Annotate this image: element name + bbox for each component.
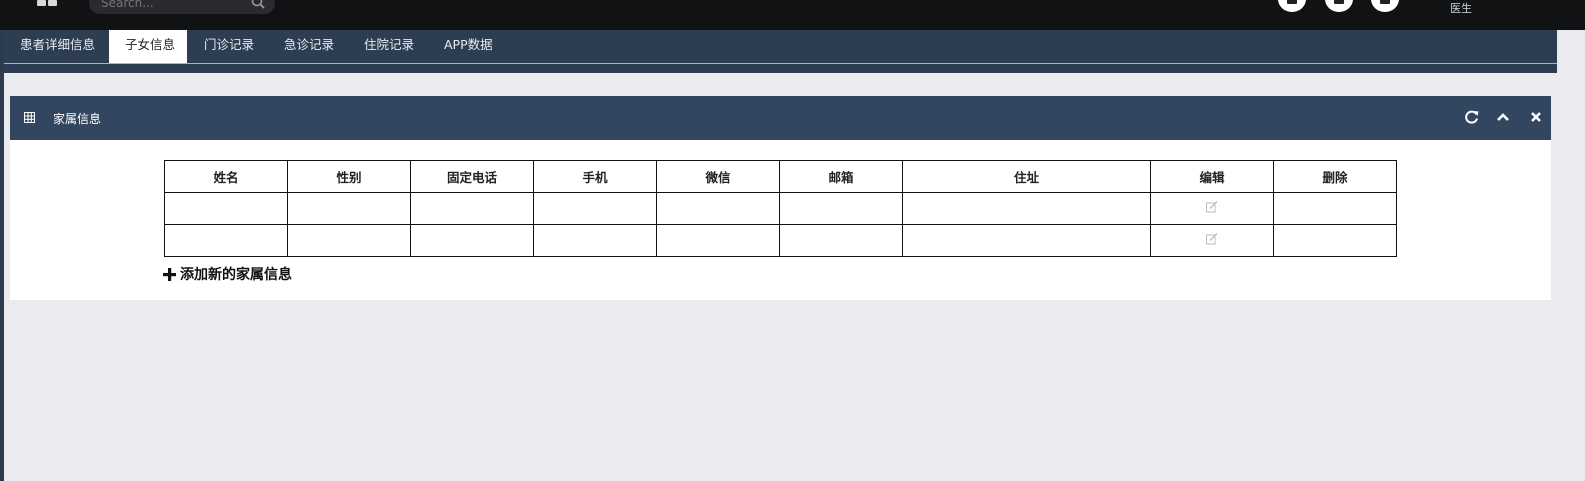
tab-patient-details[interactable]: 患者详细信息 <box>20 30 112 63</box>
tab-bar: 患者详细信息 子女信息 门诊记录 急诊记录 住院记录 APP数据 <box>4 30 1557 63</box>
search-icon[interactable] <box>251 0 265 9</box>
cell-gender <box>287 224 411 257</box>
cell-delete[interactable] <box>1273 192 1397 225</box>
edit-icon[interactable] <box>1206 200 1218 213</box>
tab-app-data[interactable]: APP数据 <box>444 30 514 63</box>
cell-address <box>902 192 1151 225</box>
cell-gender <box>287 192 411 225</box>
tab-label: APP数据 <box>444 37 493 52</box>
column-header-name: 姓名 <box>164 160 288 193</box>
app-icon-2[interactable] <box>1325 0 1353 12</box>
column-header-edit: 编辑 <box>1150 160 1274 193</box>
column-header-landline: 固定电话 <box>410 160 534 193</box>
column-header-email: 邮箱 <box>779 160 903 193</box>
collapse-icon[interactable] <box>1493 107 1513 127</box>
close-icon[interactable] <box>1526 107 1546 127</box>
table-row <box>164 224 1397 257</box>
cell-wechat <box>656 224 780 257</box>
refresh-icon[interactable] <box>1462 107 1482 127</box>
tab-label: 急诊记录 <box>284 37 335 52</box>
plus-icon <box>163 268 176 281</box>
user-role[interactable]: 医生 <box>1450 0 1472 16</box>
search-box[interactable] <box>89 0 275 14</box>
cell-mobile <box>533 224 657 257</box>
cell-wechat <box>656 192 780 225</box>
cell-edit <box>1150 192 1274 225</box>
table-header-row: 姓名 性别 固定电话 手机 微信 邮箱 住址 编辑 删除 <box>164 160 1397 193</box>
cell-edit <box>1150 224 1274 257</box>
tab-label: 门诊记录 <box>204 37 255 52</box>
table-icon <box>24 112 35 123</box>
search-input[interactable] <box>99 0 243 12</box>
column-header-delete: 删除 <box>1273 160 1397 193</box>
tab-label: 子女信息 <box>125 37 176 52</box>
panel-header: 家属信息 <box>10 96 1551 140</box>
cell-mobile <box>533 192 657 225</box>
cell-email <box>779 192 903 225</box>
top-bar: 医生 <box>0 0 1585 30</box>
tab-label: 住院记录 <box>364 37 415 52</box>
tab-children-info[interactable]: 子女信息 <box>109 30 187 63</box>
app-icon-1[interactable] <box>1278 0 1306 12</box>
cell-name <box>164 224 288 257</box>
column-header-address: 住址 <box>902 160 1151 193</box>
table-row <box>164 192 1397 225</box>
family-info-panel: 家属信息 姓名 性别 固定电话 手机 微信 邮箱 住址 编辑 删除 添加新的家属… <box>10 96 1551 300</box>
edit-icon[interactable] <box>1206 232 1218 245</box>
column-header-mobile: 手机 <box>533 160 657 193</box>
add-family-info-link[interactable]: 添加新的家属信息 <box>163 264 292 284</box>
tab-bar-bottom <box>4 64 1557 73</box>
column-header-wechat: 微信 <box>656 160 780 193</box>
app-icon-3[interactable] <box>1371 0 1399 12</box>
cell-delete[interactable] <box>1273 224 1397 257</box>
tab-emergency-records[interactable]: 急诊记录 <box>284 30 354 63</box>
cell-name <box>164 192 288 225</box>
tab-label: 患者详细信息 <box>20 37 96 52</box>
cell-landline <box>410 224 534 257</box>
cell-landline <box>410 192 534 225</box>
cell-email <box>779 224 903 257</box>
column-header-gender: 性别 <box>287 160 411 193</box>
tab-inpatient-records[interactable]: 住院记录 <box>364 30 434 63</box>
grid-icon[interactable] <box>37 0 57 8</box>
add-link-label: 添加新的家属信息 <box>180 267 292 283</box>
family-info-table: 姓名 性别 固定电话 手机 微信 邮箱 住址 编辑 删除 <box>164 160 1397 257</box>
tab-outpatient-records[interactable]: 门诊记录 <box>204 30 274 63</box>
cell-address <box>902 224 1151 257</box>
panel-title: 家属信息 <box>53 112 102 126</box>
